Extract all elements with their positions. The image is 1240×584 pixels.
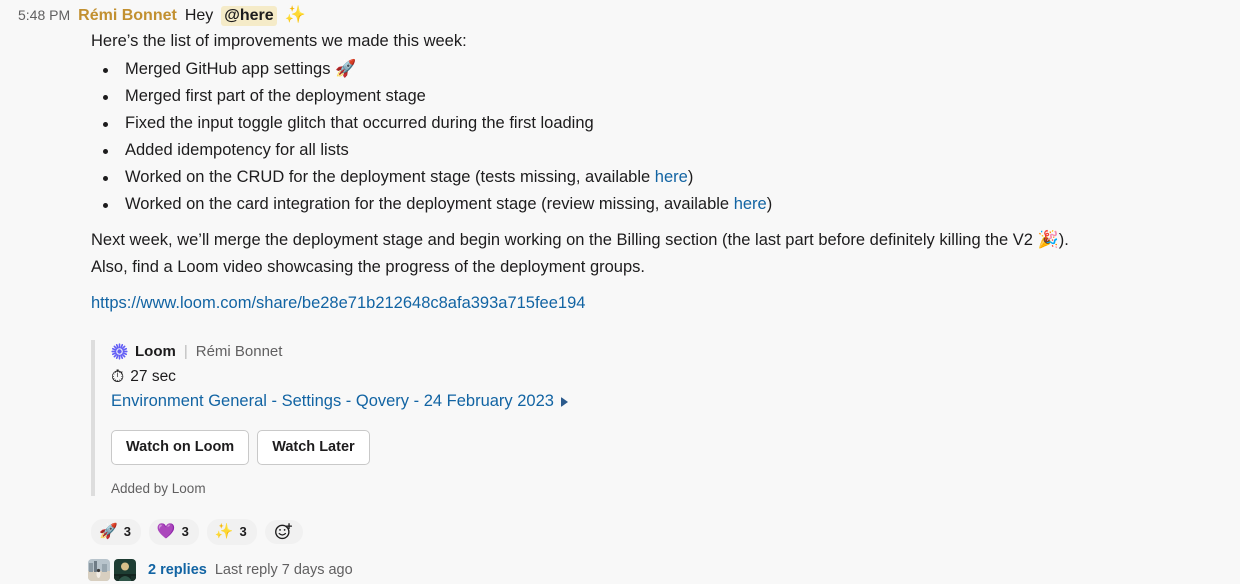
reaction-purple-heart[interactable]: 💜 3 — [148, 518, 199, 545]
next-week-text: Next week, we’ll merge the deployment st… — [91, 231, 1038, 249]
play-arrow-icon[interactable] — [560, 396, 568, 407]
sparkles-icon: ✨ — [284, 5, 306, 25]
avatar — [114, 558, 136, 581]
watch-later-button[interactable]: Watch Later — [257, 430, 370, 465]
list-item-tail: ) — [766, 195, 773, 213]
here-link[interactable]: here — [655, 168, 688, 186]
list-item-text: Merged GitHub app settings — [125, 60, 336, 78]
rocket-icon: 🚀 — [335, 59, 357, 79]
list-item-text: Added idempotency for all lists — [125, 141, 349, 159]
party-popper-icon: 🎉 — [1037, 230, 1059, 250]
reactions-bar: 🚀 3 💜 3 ✨ 3 — [0, 518, 1240, 545]
attachment-buttons: Watch on Loom Watch Later — [111, 430, 811, 465]
message-timestamp[interactable]: 5:48 PM — [18, 7, 70, 23]
attachment-author: Rémi Bonnet — [195, 342, 283, 360]
message-header: 5:48 PM Rémi Bonnet Hey @here ✨ — [0, 6, 1240, 28]
reaction-count: 3 — [239, 524, 247, 539]
list-item-tail: ) — [687, 168, 694, 186]
reaction-rocket[interactable]: 🚀 3 — [91, 518, 141, 545]
list-item-text: Fixed the input toggle glitch that occur… — [125, 114, 594, 132]
here-mention[interactable]: @here — [221, 6, 277, 26]
list-item-text: Merged first part of the deployment stag… — [125, 87, 426, 105]
rocket-icon: 🚀 — [99, 522, 118, 540]
attachment-divider: | — [183, 342, 188, 360]
add-reaction-button[interactable] — [264, 519, 303, 544]
reaction-count: 3 — [123, 524, 131, 539]
list-item: Worked on the card integration for the d… — [91, 191, 1220, 218]
add-reaction-icon — [275, 523, 293, 540]
purple-heart-icon: 💜 — [156, 522, 176, 540]
attachment-title-link[interactable]: Environment General - Settings - Qovery … — [111, 392, 554, 411]
slack-message: 5:48 PM Rémi Bonnet Hey @here ✨ Here’s t… — [0, 0, 1240, 581]
here-link[interactable]: here — [734, 195, 767, 213]
list-item: Added idempotency for all lists — [91, 137, 1220, 164]
next-week-tail: ). — [1058, 231, 1069, 249]
list-item: Merged first part of the deployment stag… — [91, 83, 1220, 110]
attachment-service-name: Loom — [135, 342, 176, 360]
loom-url-link[interactable]: https://www.loom.com/share/be28e71b21264… — [91, 294, 585, 312]
message-body: Here’s the list of improvements we made … — [0, 28, 1240, 496]
next-week-line: Next week, we’ll merge the deployment st… — [91, 227, 1220, 254]
list-item: Merged GitHub app settings 🚀 — [91, 56, 1220, 83]
list-item-text: Worked on the card integration for the d… — [125, 195, 734, 213]
thread-last-reply: Last reply 7 days ago — [214, 561, 353, 578]
sparkles-icon: ✨ — [214, 522, 234, 540]
intro-paragraph: Here’s the list of improvements we made … — [91, 32, 467, 50]
attachment-footer: Added by Loom — [111, 480, 206, 496]
reaction-count: 3 — [181, 524, 189, 539]
list-item: Fixed the input toggle glitch that occur… — [91, 110, 1220, 137]
thread-avatars — [88, 558, 136, 581]
loom-attachment: Loom | Rémi Bonnet ⏱ 27 sec Environment … — [91, 340, 811, 496]
attachment-duration-text: 27 sec — [130, 368, 176, 385]
list-item: Worked on the CRUD for the deployment st… — [91, 164, 1220, 191]
loom-url-line: https://www.loom.com/share/be28e71b21264… — [91, 290, 1220, 317]
watch-on-loom-button[interactable]: Watch on Loom — [111, 430, 250, 465]
attachment-duration-row: ⏱ 27 sec — [111, 368, 811, 386]
attachment-title-row: Environment General - Settings - Qovery … — [111, 392, 811, 411]
avatar — [88, 558, 110, 581]
reaction-sparkles[interactable]: ✨ 3 — [206, 518, 257, 545]
message-author[interactable]: Rémi Bonnet — [78, 7, 177, 25]
list-item-text: Worked on the CRUD for the deployment st… — [125, 168, 655, 186]
attachment-service-row: Loom | Rémi Bonnet — [111, 340, 811, 362]
thread-summary[interactable]: 2 replies Last reply 7 days ago — [0, 558, 1240, 581]
stopwatch-icon: ⏱ — [111, 366, 125, 387]
improvements-list: Merged GitHub app settings 🚀 Merged firs… — [91, 56, 1220, 218]
next-week-paragraph: Next week, we’ll merge the deployment st… — [91, 227, 1220, 281]
greeting-text: Hey — [184, 7, 214, 24]
thread-replies-link[interactable]: 2 replies — [148, 562, 207, 578]
loom-icon — [111, 342, 128, 360]
loom-mention-line: Also, find a Loom video showcasing the p… — [91, 258, 645, 276]
